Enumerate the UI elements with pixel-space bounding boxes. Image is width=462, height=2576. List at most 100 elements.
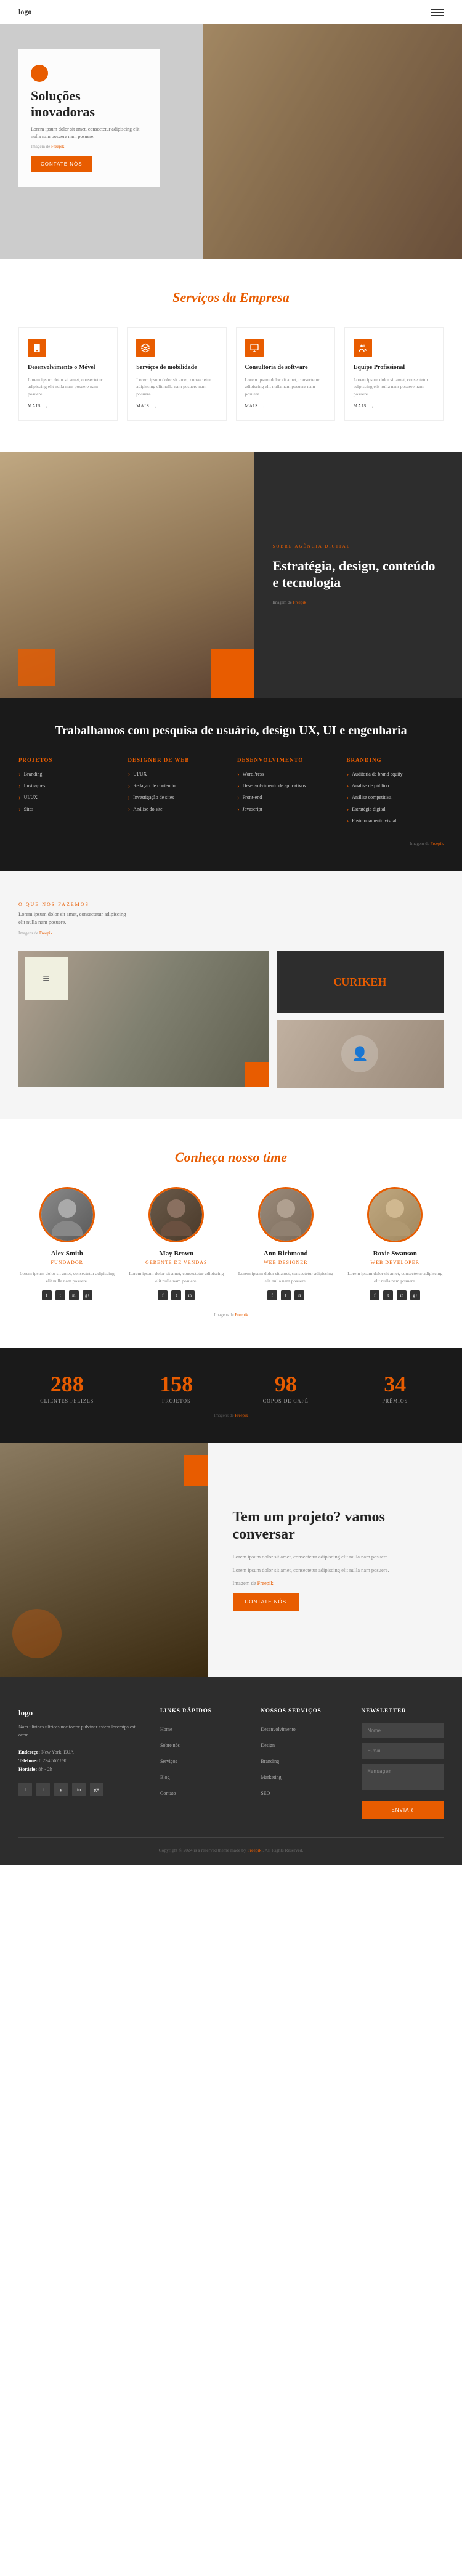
hero-section: Soluções inovadoras Lorem ipsum dolor si… — [0, 0, 462, 259]
service-more-4[interactable]: MAIS — [354, 403, 434, 409]
service-desc-1: Lorem ipsum dolor sit amet, consectetur … — [28, 376, 108, 397]
service-card-1: Desenvolvimento o Móvel Lorem ipsum dolo… — [18, 327, 118, 421]
team-google-icon-1[interactable]: g+ — [83, 1290, 92, 1300]
list-item: UI/UX — [18, 794, 116, 801]
footer-address-line: Endereço: New York, EUA — [18, 1748, 142, 1757]
team-twitter-icon-4[interactable]: t — [383, 1290, 393, 1300]
footer-links-list: Home Sobre nós Serviços Blog Contato — [160, 1723, 242, 1798]
team-photo-4 — [367, 1187, 423, 1242]
team-photo-3 — [258, 1187, 314, 1242]
service-title-2: Serviços de mobilidade — [136, 363, 217, 371]
team-linkedin-icon-4[interactable]: in — [397, 1290, 407, 1300]
team-facebook-icon-1[interactable]: f — [42, 1290, 52, 1300]
footer-link-about[interactable]: Sobre nós — [160, 1743, 180, 1748]
footer-twitter-icon[interactable]: t — [36, 1783, 50, 1796]
stat-number-2: 158 — [128, 1373, 225, 1395]
footer-link-home[interactable]: Home — [160, 1727, 172, 1732]
work-col-projects: Projetos Branding Ilustrações UI/UX Site… — [18, 757, 116, 829]
service-icon-2 — [136, 339, 155, 357]
team-facebook-icon-4[interactable]: f — [370, 1290, 379, 1300]
team-section: Conheça nosso time Alex Smith Fundador L… — [0, 1119, 462, 1348]
work-col-list-1: Branding Ilustrações UI/UX Sites — [18, 771, 116, 813]
project-cta-button[interactable]: CONTATE NÓS — [233, 1593, 299, 1611]
footer-service-1[interactable]: Desenvolvimento — [261, 1727, 295, 1732]
footer-address: Endereço: New York, EUA Telefone: 0 234 … — [18, 1748, 142, 1773]
stat-number-4: 34 — [347, 1373, 444, 1395]
hero-image-credit: Imagem de Freepik — [31, 144, 148, 149]
footer-brand-col: logo Nam ultrices ultrices nec tortor pu… — [18, 1707, 142, 1819]
footer-social-links: f t y in g+ — [18, 1783, 142, 1796]
work-grid: Projetos Branding Ilustrações UI/UX Site… — [18, 757, 444, 829]
footer-service-3[interactable]: Branding — [261, 1759, 279, 1764]
footer-link-blog[interactable]: Blog — [160, 1775, 170, 1780]
work-title: Trabalhamos com pesquisa de usuário, des… — [18, 723, 444, 739]
list-item: UI/UX — [128, 771, 225, 778]
footer-message-input[interactable] — [362, 1764, 444, 1790]
service-more-3[interactable]: MAIS — [245, 403, 326, 409]
list-item: Front-end — [237, 794, 334, 801]
team-linkedin-icon-2[interactable]: in — [185, 1290, 195, 1300]
service-title-4: Equipe Profissional — [354, 363, 434, 371]
agency-section: SOBRE AGÊNCIA DIGITAL Estratégia, design… — [0, 452, 462, 698]
project-image — [0, 1443, 208, 1677]
work-col-heading-1: Projetos — [18, 757, 116, 763]
footer-linkedin-icon[interactable]: in — [72, 1783, 86, 1796]
footer-service-2[interactable]: Design — [261, 1743, 275, 1748]
list-item: Análise competitiva — [347, 794, 444, 801]
service-desc-3: Lorem ipsum dolor sit amet, consectetur … — [245, 376, 326, 397]
footer-youtube-icon[interactable]: y — [54, 1783, 68, 1796]
footer-link-services[interactable]: Serviços — [160, 1759, 177, 1764]
team-linkedin-icon-3[interactable]: in — [294, 1290, 304, 1300]
portfolio-logo-text: CURIKEH — [333, 976, 386, 989]
footer-google-icon[interactable]: g+ — [90, 1783, 103, 1796]
service-more-1[interactable]: MAIS — [28, 403, 108, 409]
team-photo-2 — [148, 1187, 204, 1242]
logo: logo — [18, 7, 31, 17]
team-twitter-icon-3[interactable]: t — [281, 1290, 291, 1300]
footer-submit-button[interactable]: ENVIAR — [362, 1801, 444, 1819]
team-twitter-icon-1[interactable]: t — [55, 1290, 65, 1300]
list-item: Estratégia digital — [347, 806, 444, 813]
team-name-1: Alex Smith — [18, 1250, 116, 1257]
hero-title: Soluções inovadoras — [31, 88, 148, 121]
team-google-icon-4[interactable]: g+ — [410, 1290, 420, 1300]
footer-services-list: Desenvolvimento Design Branding Marketin… — [261, 1723, 342, 1798]
services-title: Serviços da Empresa — [18, 290, 444, 306]
footer-copyright: Copyright © 2024 is a reserved theme mad… — [18, 1847, 444, 1853]
work-col-heading-3: Desenvolvimento — [237, 757, 334, 763]
footer-link-contact[interactable]: Contato — [160, 1791, 176, 1796]
footer-bottom: Copyright © 2024 is a reserved theme mad… — [18, 1837, 444, 1853]
footer-copyright-link[interactable]: Freepik — [247, 1847, 261, 1853]
project-cta-section: Tem um projeto? vamos conversar Lorem ip… — [0, 1443, 462, 1677]
team-social-1: f t in g+ — [18, 1290, 116, 1300]
service-card-2: Serviços de mobilidade Lorem ipsum dolor… — [127, 327, 226, 421]
phone-label: Telefone: — [18, 1758, 38, 1764]
portfolio-main-item: ≡ — [18, 951, 269, 1088]
footer-services-heading: Nossos Serviços — [261, 1707, 342, 1714]
work-col-heading-2: Designer de Web — [128, 757, 225, 763]
team-twitter-icon-2[interactable]: t — [171, 1290, 181, 1300]
agency-label: SOBRE AGÊNCIA DIGITAL — [273, 544, 444, 549]
team-title: Conheça nosso time — [18, 1149, 444, 1165]
footer-service-5[interactable]: SEO — [261, 1791, 270, 1796]
footer-facebook-icon[interactable]: f — [18, 1783, 32, 1796]
service-more-2[interactable]: MAIS — [136, 403, 217, 409]
project-image-credit: Imagem de Freepik — [233, 1579, 438, 1588]
footer-email-input[interactable] — [362, 1743, 444, 1759]
menu-toggle[interactable] — [431, 9, 444, 16]
team-facebook-icon-3[interactable]: f — [267, 1290, 277, 1300]
service-icon-4 — [354, 339, 372, 357]
hero-cta-button[interactable]: CONTATE NÓS — [31, 156, 92, 172]
list-item: Investigação de sites — [128, 794, 225, 801]
team-facebook-icon-2[interactable]: f — [158, 1290, 168, 1300]
footer-name-input[interactable] — [362, 1723, 444, 1738]
service-icon-3 — [245, 339, 264, 357]
team-linkedin-icon-1[interactable]: in — [69, 1290, 79, 1300]
footer-service-4[interactable]: Marketing — [261, 1775, 281, 1780]
work-col-list-4: Auditoria de brand equity Análise de púb… — [347, 771, 444, 825]
project-content: Tem um projeto? vamos conversar Lorem ip… — [208, 1443, 462, 1677]
address-label: Endereço: — [18, 1749, 40, 1755]
portfolio-item-3: 👤 — [277, 1020, 444, 1088]
footer-newsletter-heading: Newsletter — [362, 1707, 444, 1714]
work-col-web: Designer de Web UI/UX Redação de conteúd… — [128, 757, 225, 829]
